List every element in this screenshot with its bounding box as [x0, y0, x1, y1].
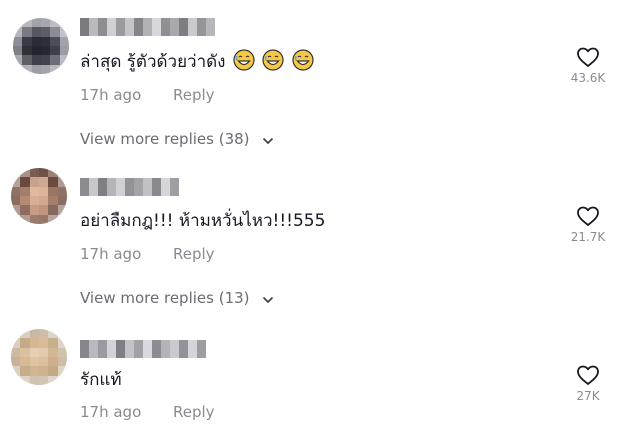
blurred-avatar-image — [13, 18, 69, 74]
comment-time: 17h ago — [80, 245, 142, 263]
comment-meta: 17h ago Reply — [80, 86, 215, 104]
comment-text-body: อย่าลืมกฎ!!! ห้ามหวั่นไหว!!!555 — [80, 211, 326, 231]
heart-outline-icon — [577, 365, 599, 385]
like-button[interactable]: 21.7K — [553, 205, 623, 244]
grinning-sweat-face-icon — [233, 49, 255, 71]
grinning-sweat-face-icon — [292, 49, 314, 71]
blurred-avatar-image — [11, 329, 67, 385]
reply-button[interactable]: Reply — [173, 245, 215, 263]
like-count: 43.6K — [570, 71, 606, 85]
view-more-replies-label: View more replies (13) — [80, 289, 250, 307]
reply-button[interactable]: Reply — [173, 86, 215, 104]
comment-text-body: ล่าสุด รู้ตัวด้วยว่าดัง — [80, 52, 226, 72]
heart-outline-icon — [577, 47, 599, 67]
comment-meta: 17h ago Reply — [80, 245, 215, 263]
comment-text-body: รักแท้ — [80, 370, 122, 390]
avatar[interactable] — [11, 168, 67, 224]
avatar[interactable] — [13, 18, 69, 74]
comment-text: รักแท้ — [80, 369, 122, 391]
comment-text: อย่าลืมกฎ!!! ห้ามหวั่นไหว!!!555 — [80, 210, 325, 232]
blurred-avatar-image — [11, 168, 67, 224]
heart-outline-icon — [577, 206, 599, 226]
comment-time: 17h ago — [80, 86, 142, 104]
view-more-replies-label: View more replies (38) — [80, 130, 250, 148]
like-button[interactable]: 43.6K — [553, 46, 623, 85]
chevron-down-icon — [263, 296, 274, 304]
chevron-down-icon — [263, 137, 274, 145]
view-more-replies-button[interactable]: View more replies (13) — [80, 289, 274, 307]
comment-meta: 17h ago Reply — [80, 403, 215, 421]
like-button[interactable]: 27K — [553, 364, 623, 403]
comment-time: 17h ago — [80, 403, 142, 421]
like-count: 21.7K — [570, 230, 606, 244]
username-blurred[interactable] — [80, 340, 206, 358]
like-count: 27K — [576, 389, 600, 403]
reply-button[interactable]: Reply — [173, 403, 215, 421]
username-blurred[interactable] — [80, 18, 215, 36]
grinning-sweat-face-icon — [262, 49, 284, 71]
comment-text: ล่าสุด รู้ตัวด้วยว่าดัง — [80, 49, 314, 73]
username-blurred[interactable] — [80, 178, 179, 196]
view-more-replies-button[interactable]: View more replies (38) — [80, 130, 274, 148]
avatar[interactable] — [11, 329, 67, 385]
